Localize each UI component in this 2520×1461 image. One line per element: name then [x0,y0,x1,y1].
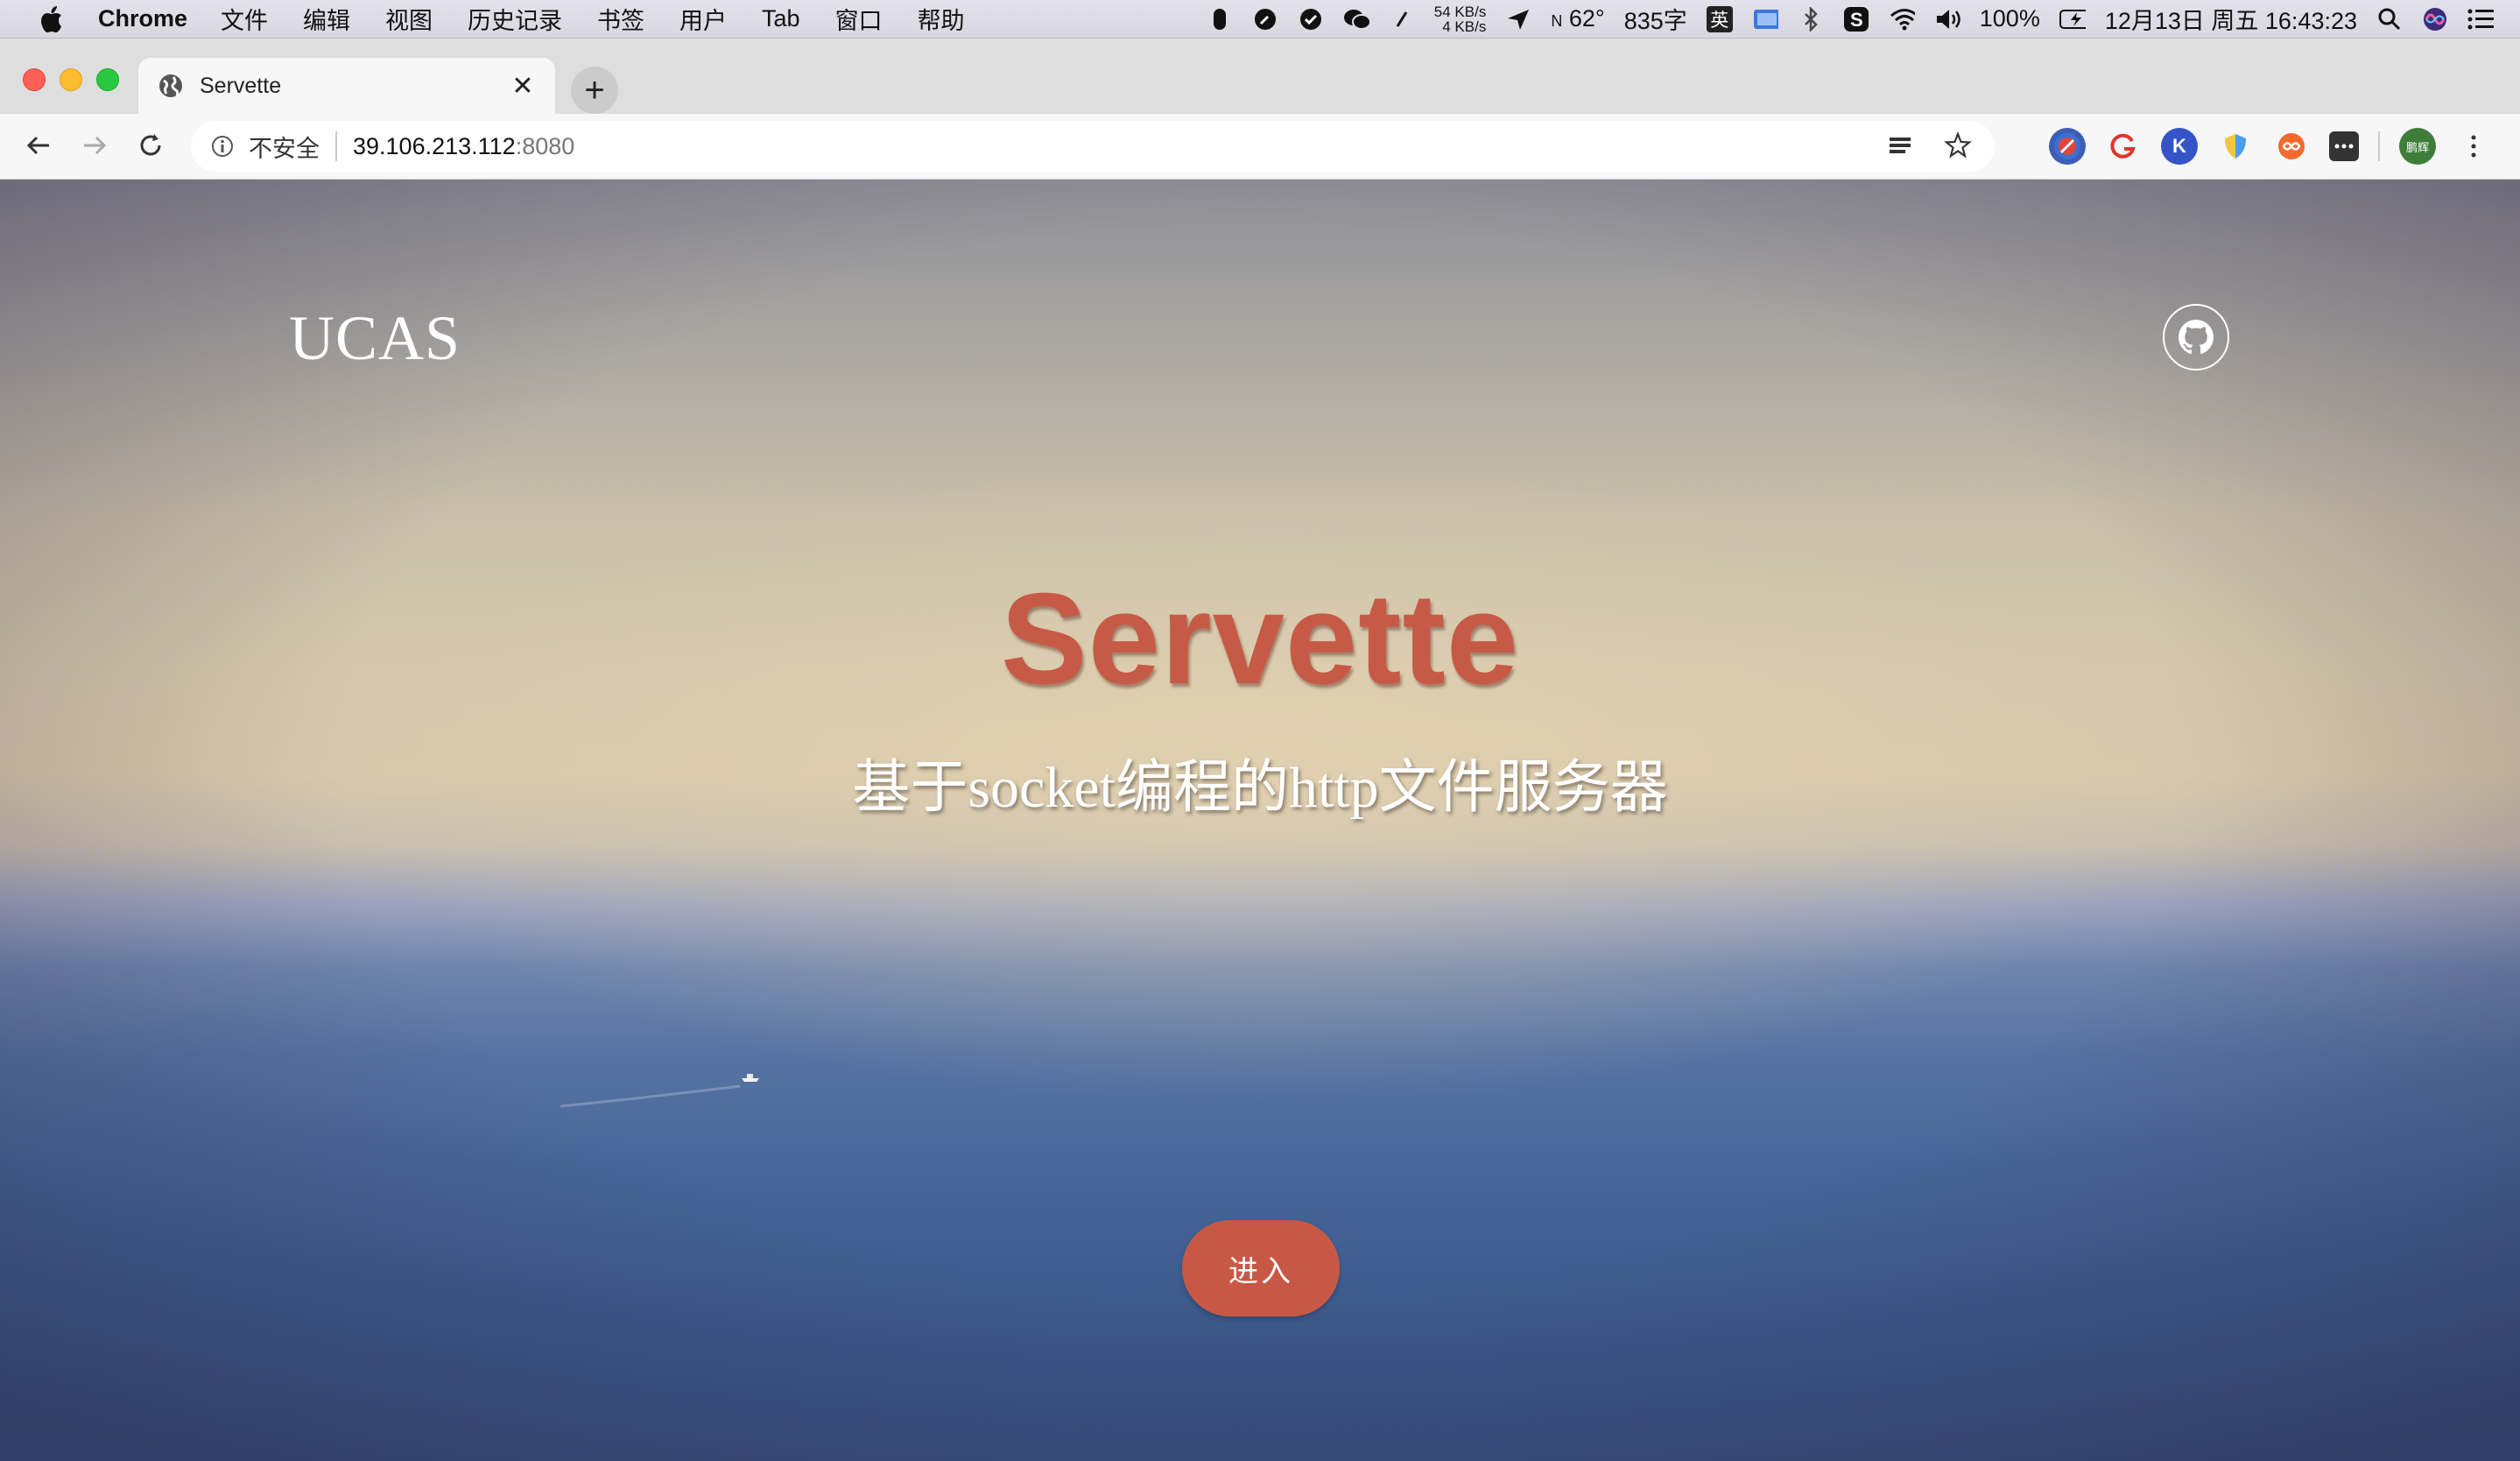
tab-title: Servette [200,73,282,98]
menu-edit[interactable]: 编辑 [303,2,350,36]
net-down: 4 KB/s [1442,18,1487,35]
bluetooth-icon[interactable] [1798,6,1824,32]
menu-file[interactable]: 文件 [221,2,268,36]
browser-tab-servette[interactable]: Servette ✕ [138,58,555,114]
extension-infinity-icon[interactable] [2273,128,2310,165]
s-app-icon[interactable]: S [1843,6,1869,32]
compass-icon[interactable] [1252,6,1278,32]
menu-view[interactable]: 视图 [385,2,433,36]
wind-icon: N [1551,12,1563,30]
bookmark-star-icon[interactable] [1944,131,1972,166]
back-arrow-icon[interactable] [21,128,56,163]
security-status[interactable]: 不安全 [249,130,320,164]
menu-tab[interactable]: Tab [762,5,800,32]
extension-grammarly-icon[interactable] [2105,128,2142,165]
boat-wake [560,1084,741,1108]
stats-icon[interactable] [1389,6,1415,32]
info-icon[interactable] [208,132,236,160]
extension-shield-icon[interactable] [2217,128,2254,165]
globe-icon [158,73,184,99]
notification-center-icon[interactable] [2467,6,2494,32]
temperature-value: 62° [1568,5,1605,32]
boat-image [742,1074,759,1082]
weather-temperature[interactable]: N 62° [1551,5,1604,32]
battery-percent[interactable]: 100% [1980,5,2040,32]
window-zoom-button[interactable] [96,68,119,91]
site-brand[interactable]: UCAS [289,302,461,375]
mouse-icon[interactable] [1207,6,1233,32]
volume-icon[interactable] [1934,6,1960,32]
profile-avatar[interactable]: 鹏辉 [2399,128,2436,165]
siri-icon[interactable] [2422,6,2448,32]
sync-check-icon[interactable] [1298,6,1324,32]
menu-help[interactable]: 帮助 [918,2,965,36]
menu-app-chrome[interactable]: Chrome [98,5,187,32]
input-method-indicator[interactable]: 英 [1706,5,1733,32]
location-arrow-icon[interactable] [1505,6,1531,32]
hero-title: Servette [1000,567,1520,711]
wifi-icon[interactable] [1889,6,1915,32]
clock[interactable]: 12月13日 周五 16:43:23 [2105,2,2357,36]
browser-tab-strip: Servette ✕ + [0,39,2520,114]
extension-more-icon[interactable] [2329,131,2359,161]
forward-arrow-icon[interactable] [77,128,112,163]
battery-charging-icon[interactable] [2059,6,2086,32]
browser-toolbar: 不安全 39.106.213.112:8080 K 鹏辉 [0,114,2520,180]
extension-k-icon[interactable]: K [2161,128,2198,165]
enter-button[interactable]: 进入 [1182,1220,1340,1316]
menu-history[interactable]: 历史记录 [468,2,562,36]
chrome-menu-icon[interactable] [2455,128,2492,165]
url-port: :8080 [515,132,575,159]
apple-menu-icon[interactable] [33,2,68,37]
window-minimize-button[interactable] [60,68,82,91]
page-hero: UCAS Servette 基于socket编程的http文件服务器 进入 [0,180,2520,1461]
spotlight-search-icon[interactable] [2376,6,2403,32]
github-icon [2179,320,2214,355]
menu-window[interactable]: 窗口 [835,2,883,36]
network-speed: 54 KB/s 4 KB/s [1434,4,1487,34]
svg-text:S: S [1850,9,1863,31]
word-count[interactable]: 835字 [1624,2,1687,36]
url-host: 39.106.213.112 [353,132,516,159]
extension-block-icon[interactable] [2049,128,2086,165]
address-bar[interactable]: 不安全 39.106.213.112:8080 [191,121,1995,172]
reload-icon[interactable] [133,128,168,163]
address-separator [335,131,337,161]
hero-subtitle: 基于socket编程的http文件服务器 [852,756,1668,820]
menu-people[interactable]: 用户 [679,2,727,36]
new-tab-button[interactable]: + [571,67,618,114]
window-controls [23,68,119,91]
macos-menubar: Chrome 文件 编辑 视图 历史记录 书签 用户 Tab 窗口 帮助 54 … [0,0,2520,39]
extensions-area: K 鹏辉 [2049,128,2492,165]
reader-mode-icon[interactable] [1886,131,1914,166]
display-icon[interactable] [1752,6,1778,32]
window-close-button[interactable] [23,68,46,91]
wechat-icon[interactable] [1343,6,1369,32]
toolbar-divider [2378,131,2380,161]
github-link[interactable] [2163,304,2229,371]
menu-bookmarks[interactable]: 书签 [597,2,644,36]
tab-close-icon[interactable]: ✕ [510,71,536,102]
